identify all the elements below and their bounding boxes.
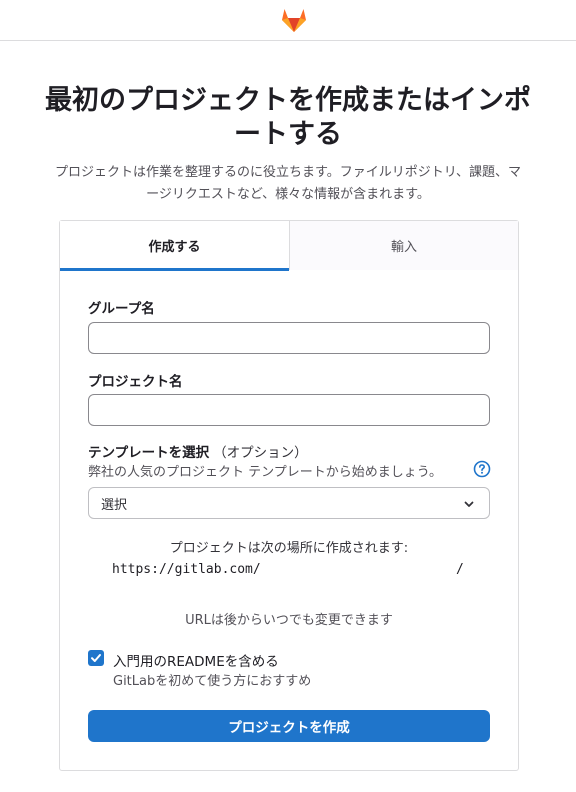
- url-caption: プロジェクトは次の場所に作成されます:: [169, 541, 409, 556]
- url-base: https://gitlab.com/: [112, 562, 261, 577]
- group-name-input[interactable]: [88, 322, 490, 354]
- readme-checkbox[interactable]: [88, 650, 104, 666]
- url-separator: /: [456, 562, 464, 577]
- check-icon: [91, 654, 101, 662]
- template-label: テンプレートを選択 （オプション）: [88, 441, 308, 461]
- new-project-card: 作成する 輸入 グループ名 プロジェクト名 テンプレートを選択 （オプション） 弊…: [59, 220, 519, 771]
- top-bar: [0, 0, 576, 41]
- page-title: 最初のプロジェクトを作成またはインポートする: [45, 85, 531, 150]
- create-project-button[interactable]: プロジェクトを作成: [88, 710, 490, 742]
- tab-import[interactable]: 輸入: [289, 221, 518, 270]
- readme-help-text: GitLabを初めて使う方におすすめ: [113, 674, 312, 689]
- template-label-text: テンプレートを選択: [88, 445, 210, 461]
- template-select[interactable]: 選択: [88, 487, 490, 519]
- question-circle-icon[interactable]: [473, 460, 491, 478]
- template-optional-text: （オプション）: [213, 445, 308, 461]
- tab-create[interactable]: 作成する: [60, 221, 289, 271]
- group-name-label: グループ名: [88, 301, 155, 317]
- template-select-value: 選択: [101, 497, 128, 513]
- chevron-down-icon: [464, 501, 474, 507]
- url-note: URLは後からいつでも変更できます: [185, 613, 393, 628]
- gitlab-tanuki-icon[interactable]: [279, 5, 309, 33]
- tabs: 作成する 輸入: [60, 221, 518, 271]
- project-name-input[interactable]: [88, 394, 490, 426]
- readme-checkbox-label[interactable]: 入門用のREADMEを含める: [113, 650, 279, 670]
- template-help-text: 弊社の人気のプロジェクト テンプレートから始めましょう。: [88, 465, 442, 480]
- project-name-label: プロジェクト名: [88, 374, 183, 390]
- page-subtitle: プロジェクトは作業を整理するのに役立ちます。ファイルリポジトリ、課題、マージリク…: [55, 165, 521, 202]
